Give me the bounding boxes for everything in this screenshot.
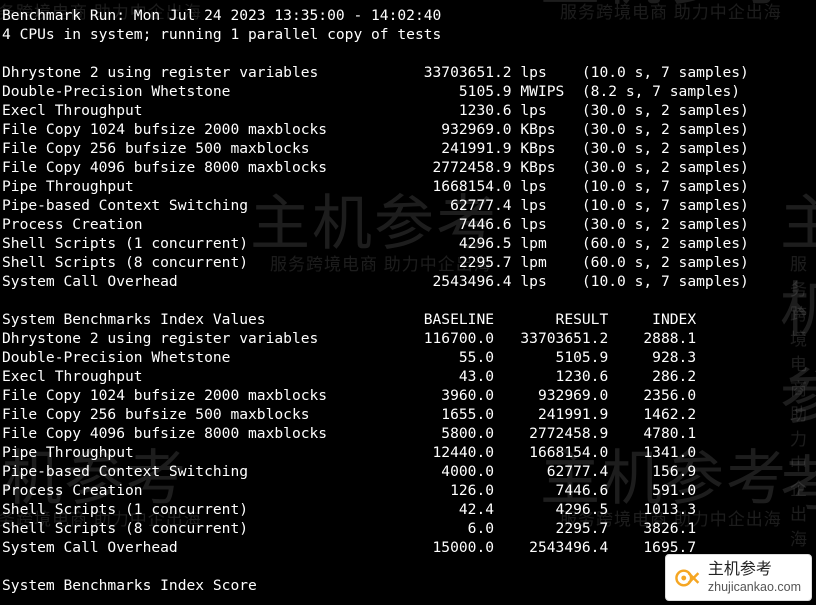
attribution-badge: 主机参考 zhujicankao.com — [665, 554, 812, 601]
badge-url: zhujicankao.com — [708, 580, 801, 594]
terminal-output: Benchmark Run: Mon Jul 24 2023 13:35:00 … — [0, 0, 816, 597]
badge-brand: 主机参考 — [708, 561, 801, 579]
badge-logo-icon — [674, 565, 700, 591]
